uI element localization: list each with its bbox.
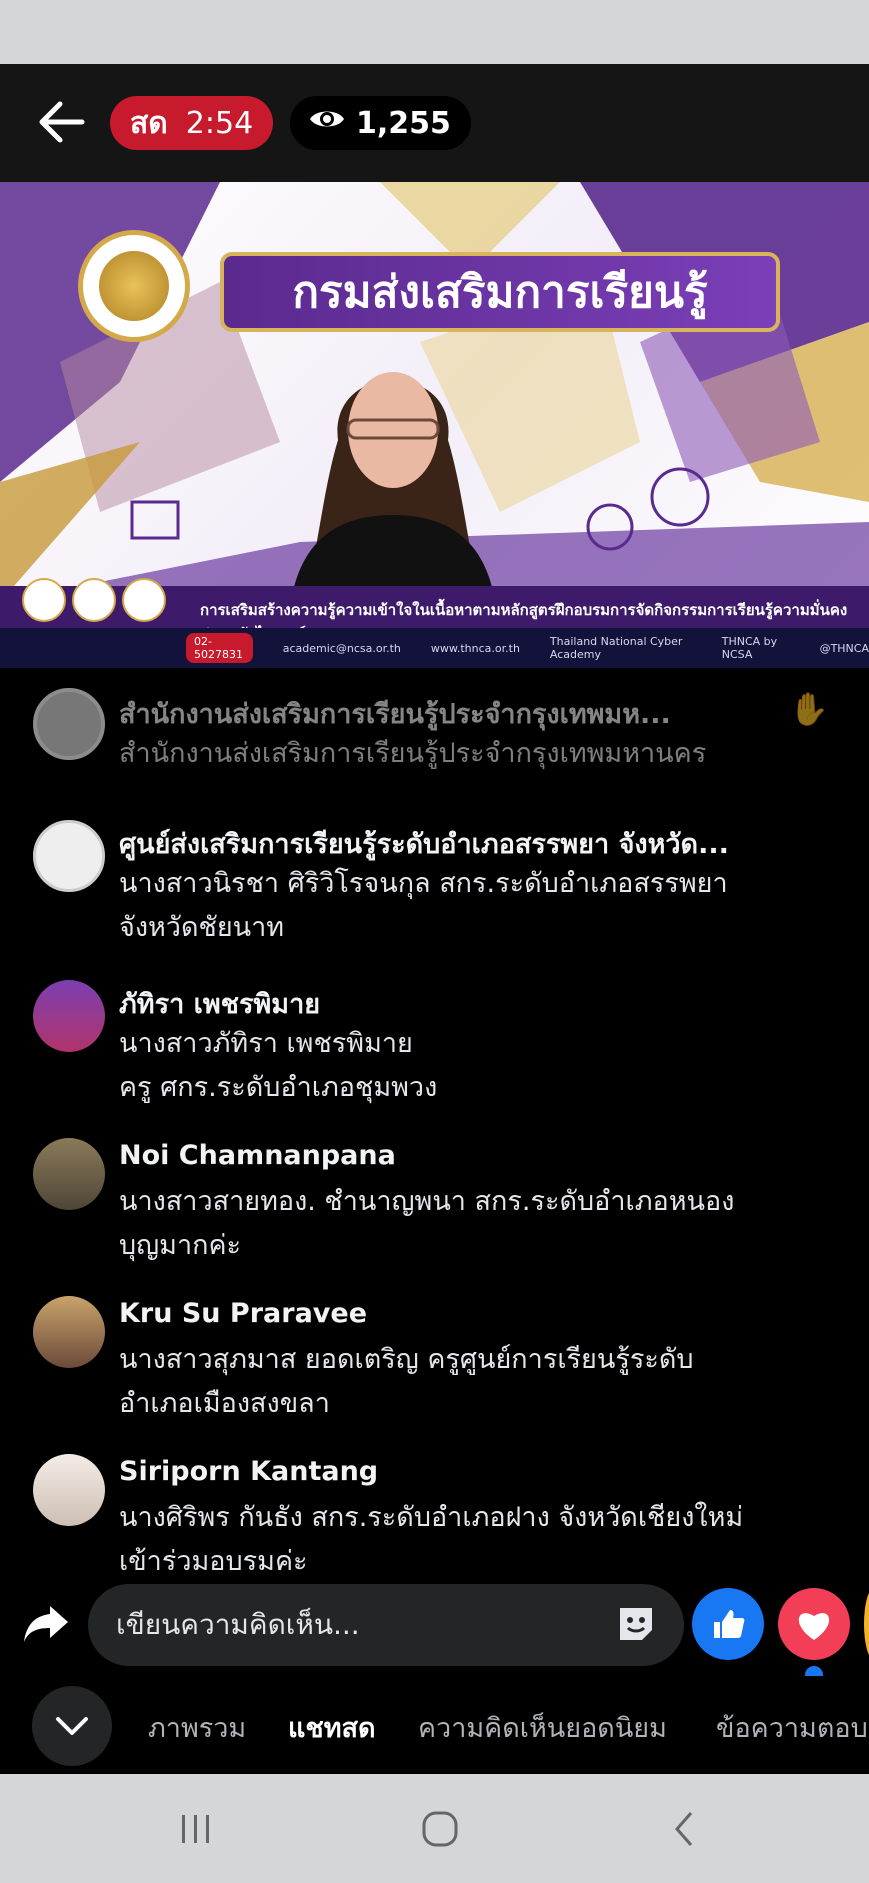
department-mini-logo [72,578,116,622]
commenter-name[interactable]: Noi Chamnanpana [119,1140,829,1171]
reaction-indicator [805,1666,823,1676]
live-tabs: ภาพรวม แชทสด ความคิดเห็นยอดนิยม ข้อความต… [0,1678,869,1774]
home-icon[interactable] [410,1804,470,1854]
comment-text: นางสาวภัทิรา เพชรพิมาย ครู ศกร.ระดับอำเภ… [119,1028,438,1103]
live-video[interactable]: กรมส่งเสริมการเรียนรู้ การเสริมสร้างความ… [0,182,869,668]
commenter-name[interactable]: ศูนย์ส่งเสริมการเรียนรู้ระดับอำเภอสรรพยา… [119,822,829,865]
live-badge: สด 2:54 [110,96,274,150]
recent-apps-icon[interactable] [166,1804,226,1854]
love-reaction-icon[interactable] [778,1588,850,1660]
comment-input[interactable]: เขียนความคิดเห็น... [88,1584,684,1666]
viewer-count-badge: 1,255 [290,96,471,150]
commenter-avatar[interactable] [33,980,105,1052]
comment-text: นางสาวสุภมาส ยอดเตริญ ครูศูนย์การเรียนรู… [119,1344,694,1419]
commenter-avatar[interactable] [33,1138,105,1210]
back-arrow-icon[interactable] [34,94,92,150]
wave-hand-icon[interactable]: ✋ [789,690,829,728]
contact-social: Thailand National Cyber Academy [549,635,683,661]
contact-email: academic@ncsa.or.th [282,641,401,655]
live-duration: 2:54 [185,105,254,141]
back-nav-icon[interactable] [654,1804,714,1854]
department-logo [78,230,190,342]
commenter-name[interactable]: ภัทิรา เพชรพิมาย [119,982,829,1025]
tab-overview[interactable]: ภาพรวม [148,1706,246,1749]
system-navigation-bar [0,1774,869,1883]
tab-replies[interactable]: ข้อความตอบ [716,1706,868,1749]
share-icon[interactable] [22,1602,70,1646]
commenter-avatar[interactable] [33,1296,105,1368]
comment-text: นางสาวนิรชา ศิริวิโรจนกุล สกร.ระดับอำเภอ… [119,868,728,943]
comment-text: นางสาวสายทอง. ชำนาญพนา สกร.ระดับอำเภอหนอ… [119,1186,735,1261]
comment-composer: เขียนความคิดเห็น... [0,1574,869,1678]
system-status-bar [0,0,869,64]
commenter-name[interactable]: Kru Su Praravee [119,1298,829,1329]
viewer-count: 1,255 [356,105,451,141]
tab-top-comments[interactable]: ความคิดเห็นยอดนิยม [418,1706,667,1749]
contact-tiktok: THNCA by NCSA [721,635,778,661]
thnca-logo [122,578,166,622]
like-reaction-icon[interactable] [692,1588,764,1660]
video-contact-strip: 02-5027831 academic@ncsa.or.th www.thnca… [0,628,869,668]
commenter-name[interactable]: สำนักงานส่งเสริมการเรียนรู้ประจำกรุงเทพม… [119,692,829,735]
eye-icon [308,105,346,141]
commenter-name[interactable]: Siriporn Kantang [119,1456,829,1487]
tab-live-chat[interactable]: แชทสด [288,1706,376,1749]
comment-text: นางศิริพร กันธัง สกร.ระดับอำเภอฝาง จังหว… [119,1502,744,1577]
contact-web: www.thnca.or.th [430,641,520,655]
commenter-avatar[interactable] [33,1454,105,1526]
more-reaction-icon[interactable] [864,1588,869,1660]
comment-text: สำนักงานส่งเสริมการเรียนรู้ประจำกรุงเทพม… [119,738,707,769]
contact-phone: 02-5027831 [186,633,253,663]
chevron-down-icon[interactable] [32,1686,112,1766]
sticker-icon[interactable] [614,1602,658,1646]
live-chat-list[interactable]: สำนักงานส่งเสริมการเรียนรู้ประจำกรุงเทพม… [0,668,869,1588]
contact-handle: @THNCA [819,641,869,655]
live-header: สด 2:54 1,255 [0,64,869,182]
ncsa-logo [22,578,66,622]
live-label: สด [130,105,168,141]
commenter-avatar[interactable] [33,688,105,760]
commenter-avatar[interactable] [33,820,105,892]
